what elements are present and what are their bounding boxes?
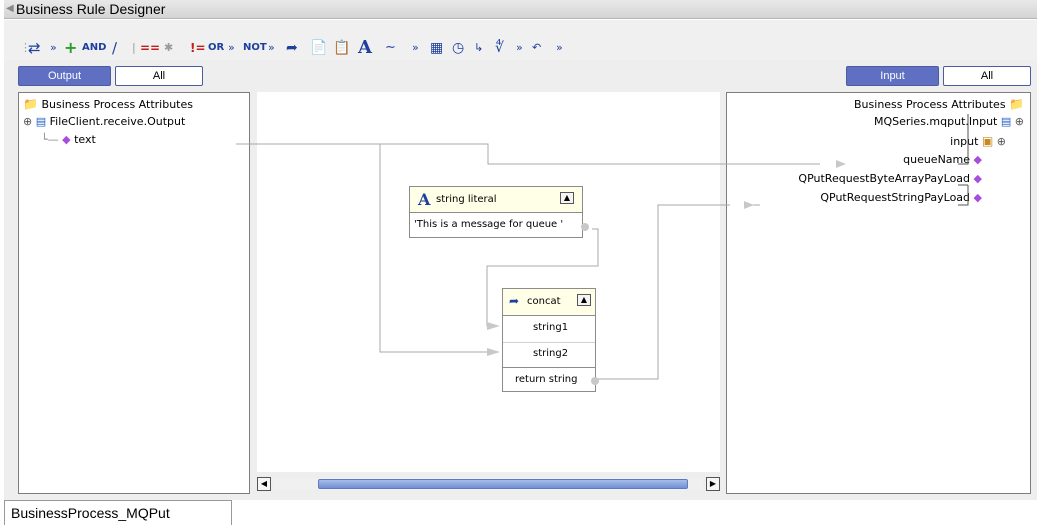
- right-tree-lines: [958, 114, 969, 165]
- scroll-right-icon[interactable]: ▶: [706, 477, 720, 491]
- arrowhead-icon: [744, 201, 754, 209]
- divider: [503, 367, 595, 368]
- string-literal-title: string literal: [436, 194, 497, 205]
- arrowhead-icon: [487, 322, 500, 330]
- right-tree-lines: [958, 185, 969, 206]
- output-port-icon[interactable]: [591, 377, 599, 385]
- concat-title: concat: [527, 296, 561, 307]
- concat-output-return[interactable]: return string: [515, 374, 577, 385]
- string-literal-node[interactable]: A string literal ▲ 'This is a message fo…: [409, 186, 589, 238]
- collapse-icon[interactable]: ▲: [560, 192, 574, 204]
- scroll-left-icon[interactable]: ◀: [257, 477, 271, 491]
- string-literal-icon: A: [418, 190, 431, 209]
- arrowhead-icon: [487, 348, 500, 356]
- tab-businessprocess[interactable]: BusinessProcess_MQPut: [4, 500, 232, 525]
- string-literal-header[interactable]: A string literal ▲: [410, 187, 582, 213]
- collapse-icon[interactable]: ▲: [577, 294, 591, 306]
- concat-node[interactable]: ➦ concat ▲ string1 string2 return string: [502, 288, 599, 392]
- concat-input-string1[interactable]: string1: [533, 322, 568, 333]
- connector-lines: [236, 114, 969, 380]
- string-literal-value[interactable]: 'This is a message for queue ': [414, 219, 563, 230]
- divider: [503, 342, 595, 343]
- scrollbar-thumb[interactable]: [318, 479, 688, 489]
- output-port-icon[interactable]: [581, 223, 589, 231]
- connector-return-to-payload: [596, 204, 730, 380]
- connector-text-to-string2: [379, 144, 492, 353]
- concat-header[interactable]: ➦ concat ▲: [503, 289, 595, 316]
- connector-text-to-queuename: [236, 143, 820, 165]
- concat-icon: ➦: [509, 294, 520, 308]
- tab-businessprocess-label: BusinessProcess_MQPut: [11, 505, 170, 521]
- arrowhead-icon: [836, 160, 846, 168]
- concat-input-string2[interactable]: string2: [533, 348, 568, 359]
